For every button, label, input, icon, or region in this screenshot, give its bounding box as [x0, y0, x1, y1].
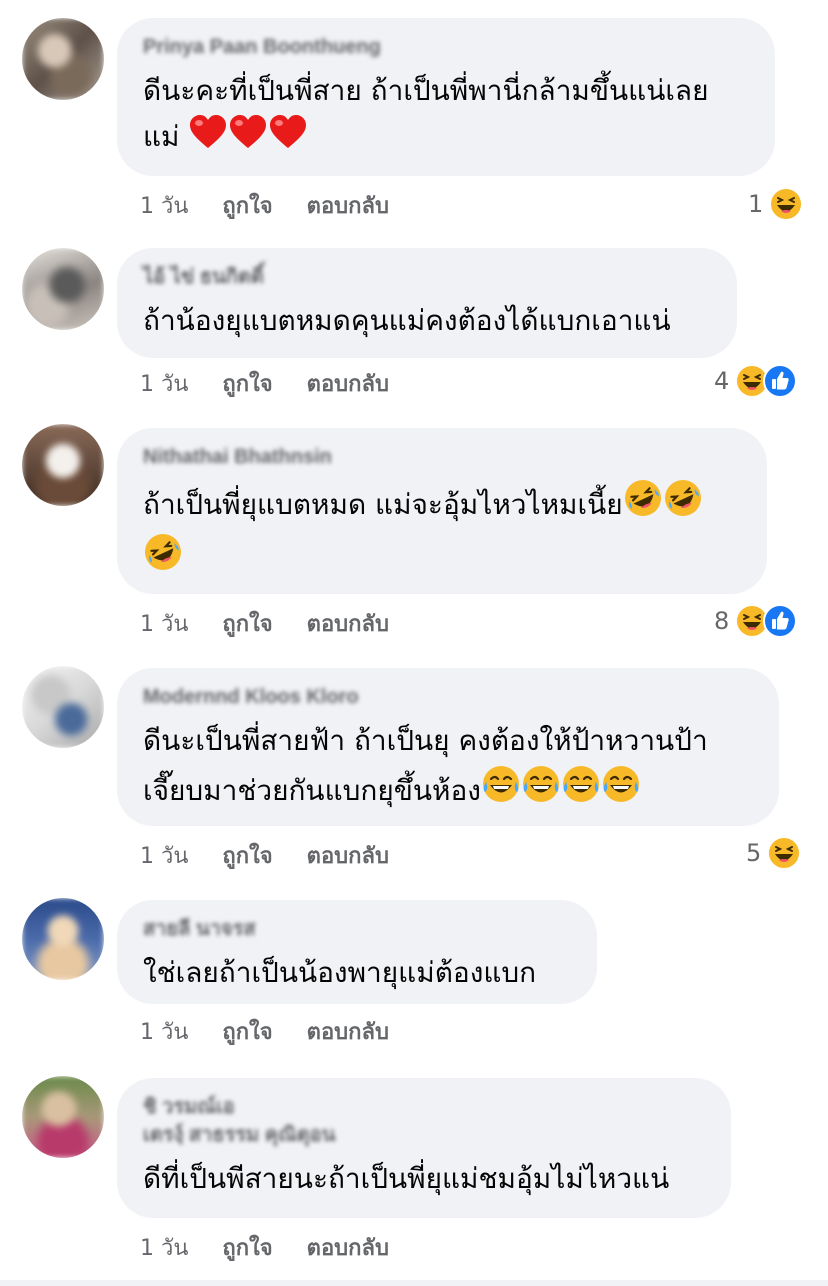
- reaction-count: 4: [714, 367, 730, 395]
- comment-text: ดีที่เป็นพีสายนะถ้าเป็นพี่ยุแม่ชมอุ้มไม่…: [143, 1162, 670, 1195]
- avatar[interactable]: [22, 248, 104, 330]
- comment-actions: 1 วัน ถูกใจ ตอบกลับ: [140, 840, 389, 870]
- comment-time[interactable]: 1 วัน: [140, 606, 188, 641]
- comment-bubble: ชิ วรมณ์เอ เตรงฺ์ สาธรรม คุณิตุอน ดีที่เ…: [117, 1078, 731, 1218]
- like-reaction-icon: [763, 364, 798, 398]
- heart-icon: [228, 114, 268, 164]
- comment-author-secondary[interactable]: เตรงฺ์ สาธรรม คุณิตุอน: [143, 1124, 705, 1146]
- comment-bubble: ไอ้ ไข่ ธนกิตติ์ ถ้าน้องยุแบตหมดคุนแม่คง…: [117, 248, 737, 358]
- reaction-summary[interactable]: 1: [748, 186, 804, 222]
- reaction-summary[interactable]: 8: [714, 603, 798, 639]
- comment-bubble: สายลี นาจรส ใช่เลยถ้าเป็นน้องพายุแม่ต้อง…: [117, 900, 597, 1004]
- comment-actions: 1 วัน ถูกใจ ตอบกลับ: [140, 368, 389, 398]
- comment-text: ถ้าน้องยุแบตหมดคุนแม่คงต้องได้แบกเอาแน่: [143, 304, 671, 337]
- comment-time[interactable]: 1 วัน: [140, 366, 188, 401]
- like-button[interactable]: ถูกใจ: [222, 188, 272, 223]
- comment-actions: 1 วัน ถูกใจ ตอบกลับ: [140, 1232, 389, 1262]
- reaction-count: 5: [746, 839, 762, 867]
- comment-text: ดีนะคะที่เป็นพี่สาย ถ้าเป็นพี่พานี่กล้าม…: [143, 68, 749, 164]
- comment-author[interactable]: ไอ้ ไข่ ธนกิตติ์: [143, 266, 711, 288]
- comment-bubble: Prinya Paan Boonthueng ดีนะคะที่เป็นพี่ส…: [117, 18, 775, 176]
- reaction-summary[interactable]: 4: [714, 363, 798, 399]
- haha-icon: [767, 836, 802, 870]
- comment-time[interactable]: 1 วัน: [140, 1230, 188, 1265]
- comment-time[interactable]: 1 วัน: [140, 1014, 188, 1049]
- like-button[interactable]: ถูกใจ: [222, 1230, 272, 1265]
- divider: [0, 1280, 828, 1286]
- tears-of-joy-icon: [521, 764, 561, 818]
- comment-actions: 1 วัน ถูกใจ ตอบกลับ: [140, 608, 389, 638]
- rolling-laughing-icon: [143, 532, 183, 586]
- tears-of-joy-icon: [561, 764, 601, 818]
- reply-button[interactable]: ตอบกลับ: [307, 1014, 389, 1049]
- comment-author[interactable]: Nithathai Bhathnsin: [143, 446, 741, 468]
- comment-actions: 1 วัน ถูกใจ ตอบกลับ: [140, 1016, 389, 1046]
- like-button[interactable]: ถูกใจ: [222, 1014, 272, 1049]
- comment-actions: 1 วัน ถูกใจ ตอบกลับ: [140, 190, 389, 220]
- rolling-laughing-icon: [663, 478, 703, 532]
- heart-icon: [268, 114, 308, 164]
- comment-text: ถ้าเป็นพี่ยุแบตหมด แม่จะอุ้มไหวไหมเนี้ย: [143, 478, 741, 586]
- comment-text: ดีนะเป็นพี่สายฟ้า ถ้าเป็นยุ คงต้องให้ป้า…: [143, 718, 753, 818]
- comment-author[interactable]: ชิ วรมณ์เอ: [143, 1096, 705, 1118]
- comment-text: ใช่เลยถ้าเป็นน้องพายุแม่ต้องแบก: [143, 956, 537, 989]
- comment-bubble: Modernnd Kloos Kloro ดีนะเป็นพี่สายฟ้า ถ…: [117, 668, 779, 826]
- heart-icon: [188, 114, 228, 164]
- rolling-laughing-icon: [623, 478, 663, 532]
- reply-button[interactable]: ตอบกลับ: [307, 188, 389, 223]
- like-button[interactable]: ถูกใจ: [222, 366, 272, 401]
- avatar[interactable]: [22, 1076, 104, 1158]
- comment-author[interactable]: Modernnd Kloos Kloro: [143, 686, 753, 708]
- reaction-summary[interactable]: 5: [746, 835, 802, 871]
- haha-icon: [769, 187, 804, 221]
- tears-of-joy-icon: [601, 764, 641, 818]
- reply-button[interactable]: ตอบกลับ: [307, 606, 389, 641]
- tears-of-joy-icon: [481, 764, 521, 818]
- comment-author[interactable]: สายลี นาจรส: [143, 918, 571, 940]
- avatar[interactable]: [22, 898, 104, 980]
- reply-button[interactable]: ตอบกลับ: [307, 838, 389, 873]
- like-button[interactable]: ถูกใจ: [222, 838, 272, 873]
- like-button[interactable]: ถูกใจ: [222, 606, 272, 641]
- reaction-count: 1: [748, 190, 764, 218]
- avatar[interactable]: [22, 424, 104, 506]
- like-reaction-icon: [763, 604, 798, 638]
- avatar[interactable]: [22, 666, 104, 748]
- reply-button[interactable]: ตอบกลับ: [307, 1230, 389, 1265]
- reply-button[interactable]: ตอบกลับ: [307, 366, 389, 401]
- avatar[interactable]: [22, 18, 104, 100]
- comment-bubble: Nithathai Bhathnsin ถ้าเป็นพี่ยุแบตหมด แ…: [117, 428, 767, 594]
- reaction-count: 8: [714, 607, 730, 635]
- comment-author[interactable]: Prinya Paan Boonthueng: [143, 36, 749, 58]
- comment-time[interactable]: 1 วัน: [140, 838, 188, 873]
- comment-time[interactable]: 1 วัน: [140, 188, 188, 223]
